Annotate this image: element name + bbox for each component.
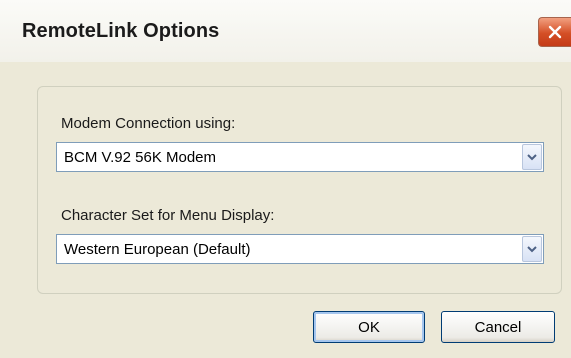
close-icon [548,25,562,39]
cancel-button[interactable]: Cancel [441,311,555,343]
character-set-select-value: Western European (Default) [64,241,251,258]
chevron-down-icon [527,148,537,166]
modem-select[interactable]: BCM V.92 56K Modem [56,142,544,172]
dialog-content: Modem Connection using: BCM V.92 56K Mod… [0,62,571,358]
modem-select-value: BCM V.92 56K Modem [64,149,217,166]
close-button[interactable] [538,17,571,47]
settings-group: Modem Connection using: BCM V.92 56K Mod… [37,86,562,294]
character-set-label: Character Set for Menu Display: [61,207,275,224]
options-dialog: RemoteLink Options Modem Connection usin… [0,0,571,358]
chevron-down-icon [527,240,537,258]
title-bar[interactable]: RemoteLink Options [0,0,571,63]
modem-connection-label: Modem Connection using: [61,115,236,132]
modem-dropdown-button[interactable] [522,144,542,170]
ok-button[interactable]: OK [313,311,425,343]
window-title: RemoteLink Options [22,20,220,42]
character-set-select[interactable]: Western European (Default) [56,234,544,264]
character-set-dropdown-button[interactable] [522,236,542,262]
